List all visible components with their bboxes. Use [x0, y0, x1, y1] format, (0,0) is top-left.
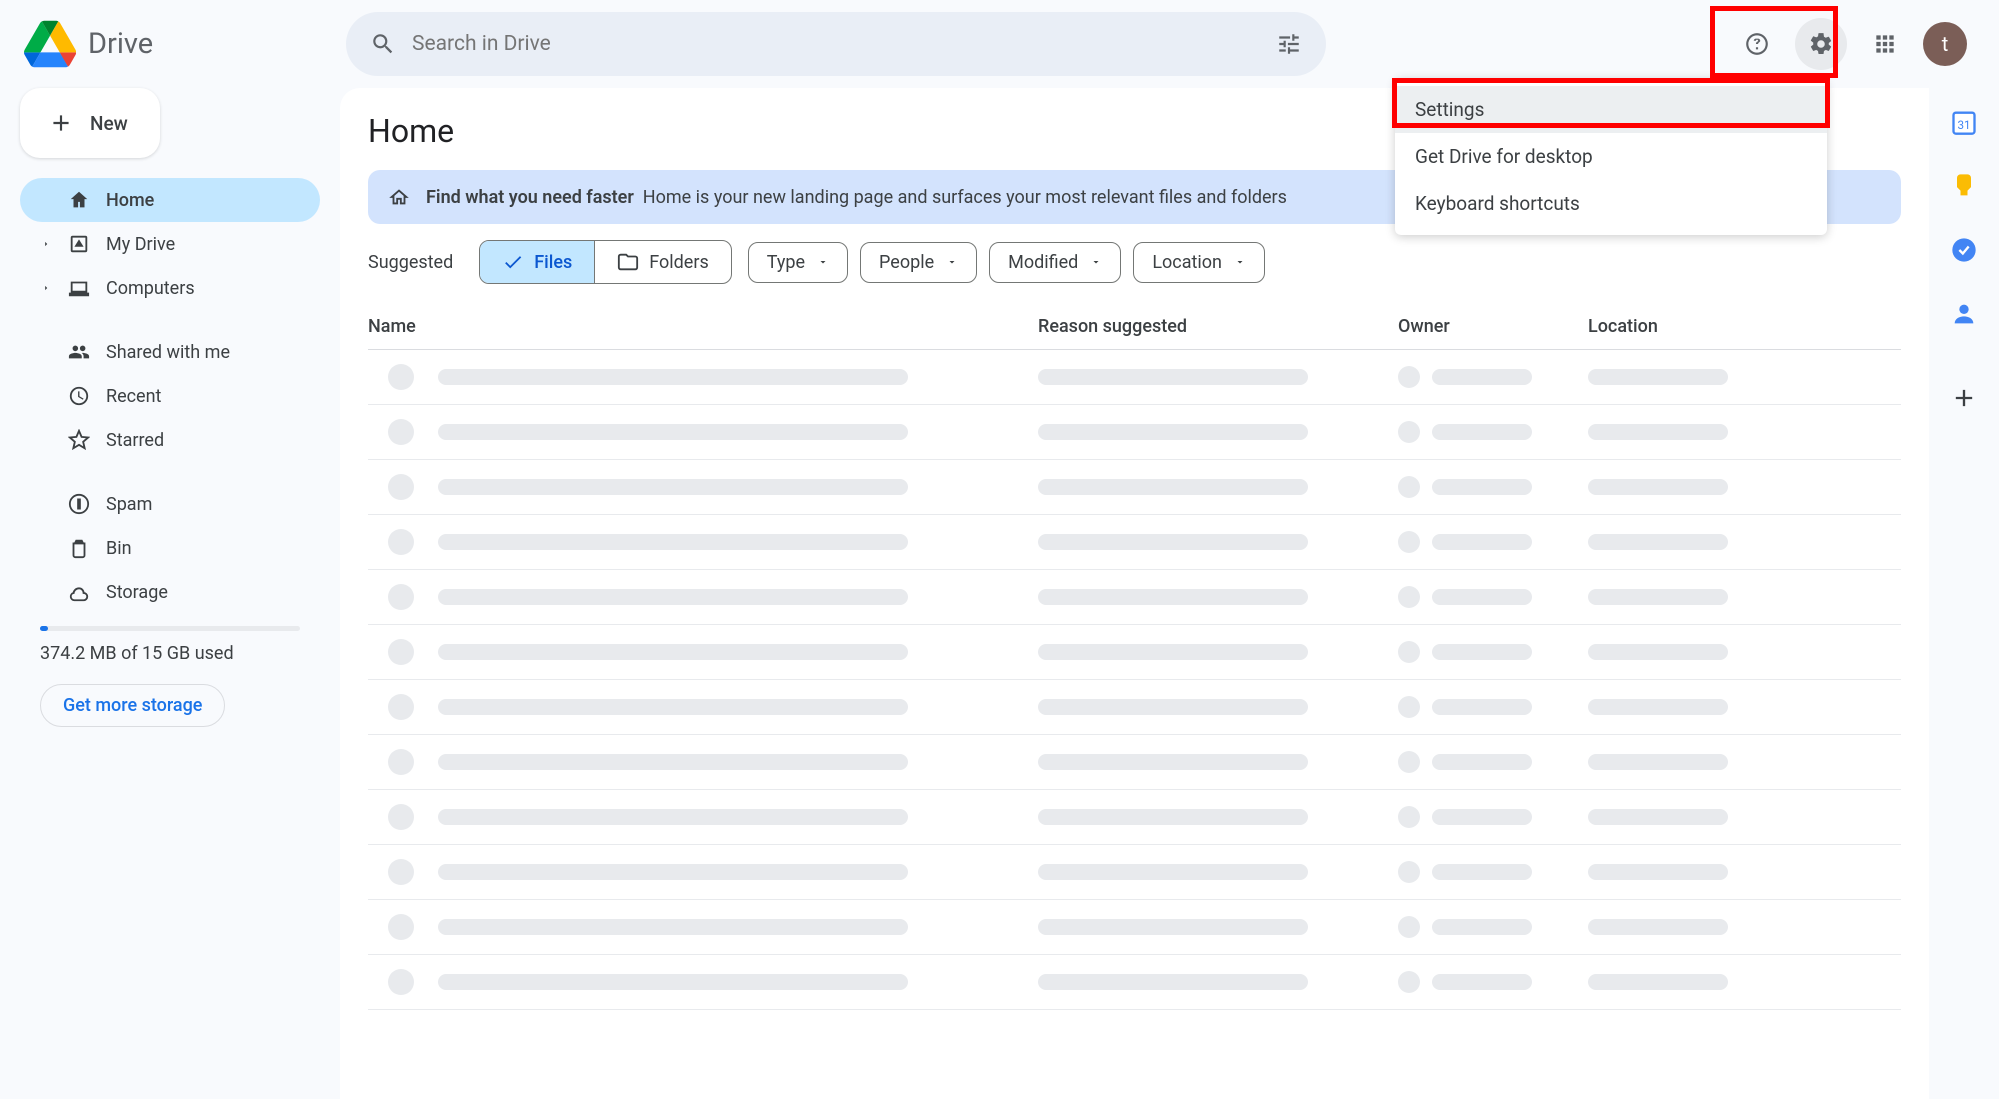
spam-icon	[68, 493, 90, 515]
dropdown-icon	[1234, 256, 1246, 268]
home-icon	[68, 189, 90, 211]
sidebar-item-computers[interactable]: Computers	[20, 266, 320, 310]
sidebar-item-bin[interactable]: Bin	[20, 526, 320, 570]
table-row[interactable]	[368, 680, 1901, 735]
storage-icon	[68, 581, 90, 603]
search-input[interactable]	[412, 32, 1260, 56]
table-row[interactable]	[368, 790, 1901, 845]
drive-logo-icon	[24, 18, 76, 70]
keep-icon[interactable]	[1950, 172, 1978, 200]
sidebar-item-starred[interactable]: Starred	[20, 418, 320, 462]
suggested-label: Suggested	[368, 252, 453, 273]
search-icon	[370, 31, 396, 57]
storage-progress-bar	[40, 626, 300, 631]
home-outline-icon	[388, 186, 410, 208]
recent-icon	[68, 385, 90, 407]
star-icon	[68, 429, 90, 451]
dropdown-icon	[817, 256, 829, 268]
filter-chip-type[interactable]: Type	[748, 242, 848, 283]
table-row[interactable]	[368, 460, 1901, 515]
dropdown-icon	[1090, 256, 1102, 268]
table-row[interactable]	[368, 625, 1901, 680]
filter-chip-location[interactable]: Location	[1133, 242, 1265, 283]
apps-icon	[1872, 31, 1898, 57]
account-avatar[interactable]: t	[1923, 22, 1967, 66]
menu-item-drive-desktop[interactable]: Get Drive for desktop	[1395, 133, 1827, 180]
table-row[interactable]	[368, 350, 1901, 405]
table-row[interactable]	[368, 955, 1901, 1010]
menu-item-settings[interactable]: Settings	[1395, 86, 1827, 133]
table-row[interactable]	[368, 515, 1901, 570]
mydrive-icon	[68, 233, 90, 255]
sidebar-item-home[interactable]: Home	[20, 178, 320, 222]
col-location[interactable]: Location	[1588, 316, 1901, 337]
tasks-icon[interactable]	[1950, 236, 1978, 264]
svg-text:31: 31	[1957, 118, 1970, 132]
settings-button[interactable]	[1795, 18, 1847, 70]
banner-bold: Find what you need faster	[426, 187, 634, 208]
help-icon	[1744, 31, 1770, 57]
col-owner[interactable]: Owner	[1398, 316, 1588, 337]
table-row[interactable]	[368, 405, 1901, 460]
apps-button[interactable]	[1859, 18, 1911, 70]
plus-icon	[48, 110, 74, 136]
files-folders-segment: Files Folders	[479, 240, 732, 284]
sidebar: New HomeMy DriveComputers Shared with me…	[0, 88, 340, 1099]
sidebar-item-my-drive[interactable]: My Drive	[20, 222, 320, 266]
sidebar-item-spam[interactable]: Spam	[20, 482, 320, 526]
main-content: Home Find what you need faster Home is y…	[340, 88, 1929, 1099]
app-title[interactable]: Drive	[88, 27, 153, 61]
seg-files[interactable]: Files	[480, 241, 595, 283]
shared-icon	[68, 341, 90, 363]
computers-icon	[68, 277, 90, 299]
support-button[interactable]	[1731, 18, 1783, 70]
filter-row: Suggested Files Folders Type People Modifi…	[368, 240, 1901, 284]
right-side-panel: 31	[1929, 88, 1999, 1099]
check-icon	[502, 251, 524, 273]
calendar-icon[interactable]: 31	[1950, 108, 1978, 136]
col-name[interactable]: Name	[368, 316, 1038, 337]
header: Drive t	[0, 0, 1999, 88]
search-options-icon[interactable]	[1276, 31, 1302, 57]
table-row[interactable]	[368, 845, 1901, 900]
get-more-storage-button[interactable]: Get more storage	[40, 684, 225, 727]
folder-icon	[617, 251, 639, 273]
storage-used-text: 374.2 MB of 15 GB used	[20, 631, 320, 676]
add-addon-icon[interactable]	[1950, 384, 1978, 412]
sidebar-item-shared-with-me[interactable]: Shared with me	[20, 330, 320, 374]
bin-icon	[68, 537, 90, 559]
filter-chip-modified[interactable]: Modified	[989, 242, 1121, 283]
table-row[interactable]	[368, 570, 1901, 625]
gear-icon	[1808, 31, 1834, 57]
col-reason[interactable]: Reason suggested	[1038, 316, 1398, 337]
settings-menu: Settings Get Drive for desktop Keyboard …	[1395, 78, 1827, 235]
sidebar-item-recent[interactable]: Recent	[20, 374, 320, 418]
contacts-icon[interactable]	[1950, 300, 1978, 328]
table-row[interactable]	[368, 735, 1901, 790]
new-button[interactable]: New	[20, 88, 160, 158]
table-row[interactable]	[368, 900, 1901, 955]
sidebar-item-storage[interactable]: Storage	[20, 570, 320, 614]
seg-folders[interactable]: Folders	[595, 241, 731, 283]
table-header: Name Reason suggested Owner Location	[368, 304, 1901, 350]
search-bar[interactable]	[346, 12, 1326, 76]
menu-item-keyboard-shortcuts[interactable]: Keyboard shortcuts	[1395, 180, 1827, 227]
banner-text: Home is your new landing page and surfac…	[643, 187, 1287, 208]
new-button-label: New	[90, 112, 128, 135]
dropdown-icon	[946, 256, 958, 268]
filter-chip-people[interactable]: People	[860, 242, 977, 283]
